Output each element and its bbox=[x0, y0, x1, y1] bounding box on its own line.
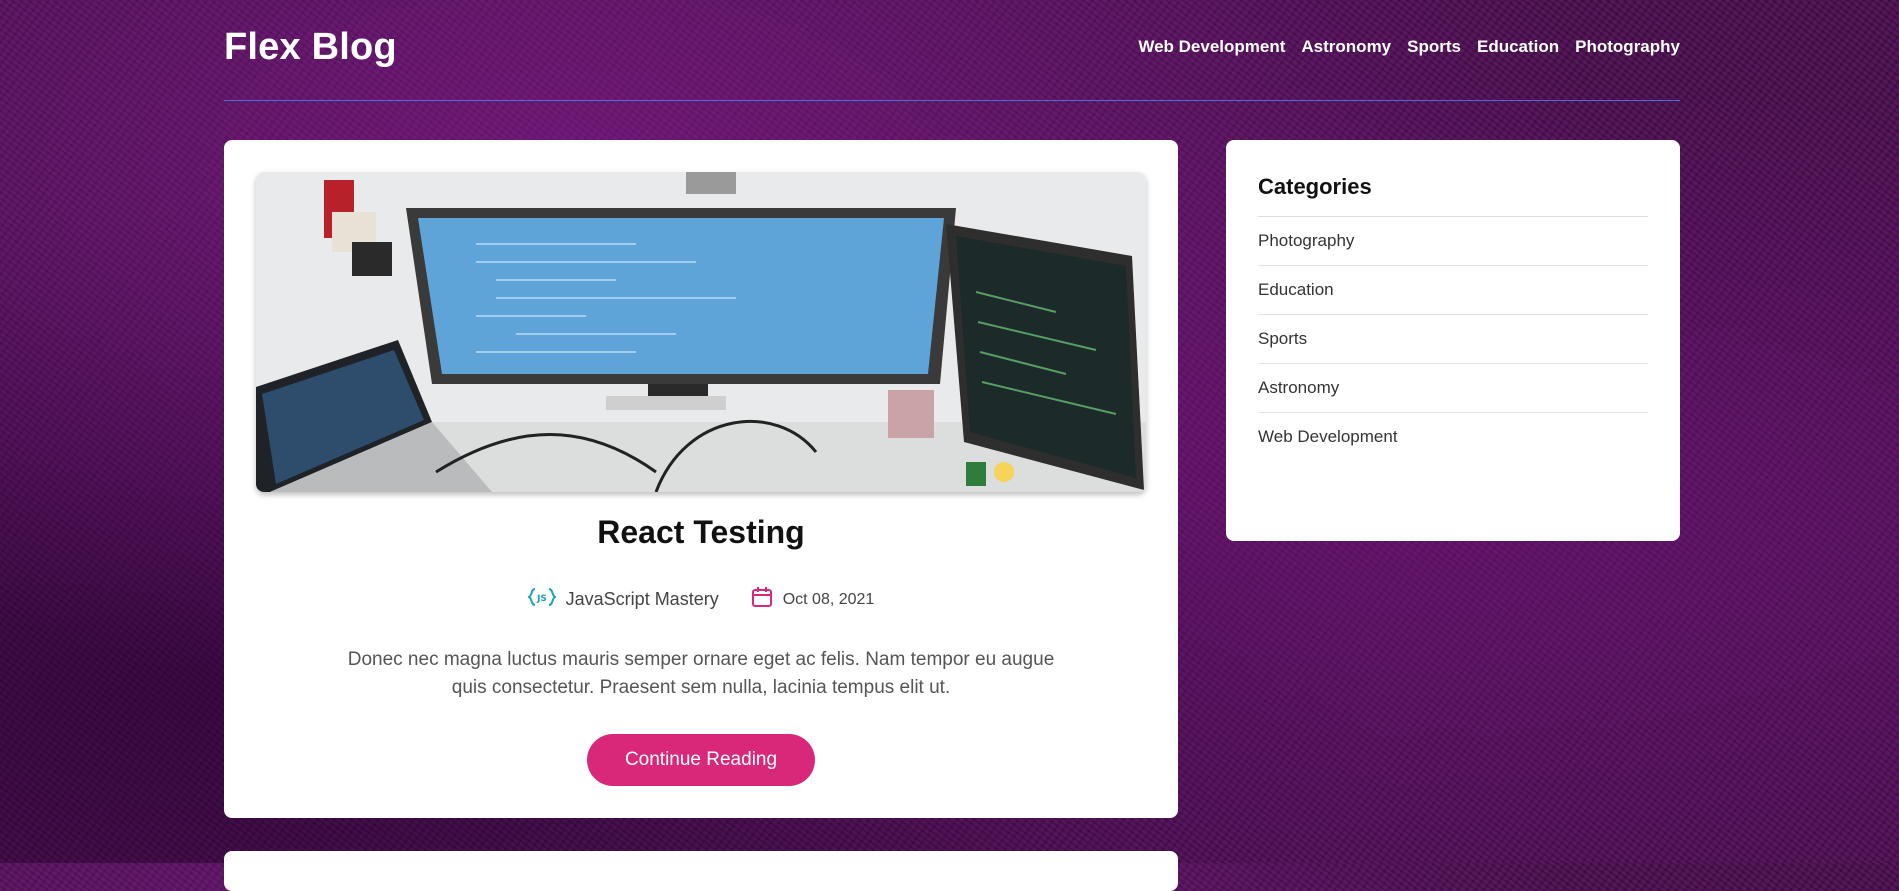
category-item-education[interactable]: Education bbox=[1258, 266, 1648, 315]
next-post-card bbox=[224, 851, 1178, 891]
author-name: JavaScript Mastery bbox=[565, 589, 719, 609]
category-item-web-development[interactable]: Web Development bbox=[1258, 413, 1648, 461]
categories-title: Categories bbox=[1258, 174, 1372, 199]
post-title[interactable]: React Testing bbox=[224, 514, 1178, 551]
post-excerpt: Donec nec magna luctus mauris semper orn… bbox=[347, 649, 1055, 698]
category-item-sports[interactable]: Sports bbox=[1258, 315, 1648, 364]
categories-list: Photography Education Sports Astronomy W… bbox=[1258, 217, 1648, 461]
main-nav: Web Development Astronomy Sports Educati… bbox=[1138, 37, 1680, 57]
continue-reading-button[interactable]: Continue Reading bbox=[587, 734, 815, 786]
post-card: React Testing JS JavaScript Mastery Oct … bbox=[224, 140, 1178, 818]
site-header: Flex Blog Web Development Astronomy Spor… bbox=[224, 0, 1680, 101]
category-item-photography[interactable]: Photography bbox=[1258, 217, 1648, 266]
nav-link-photography[interactable]: Photography bbox=[1575, 37, 1680, 57]
nav-link-sports[interactable]: Sports bbox=[1407, 37, 1461, 57]
nav-link-web-development[interactable]: Web Development bbox=[1138, 37, 1285, 57]
javascript-logo-icon: JS bbox=[525, 587, 558, 612]
category-item-astronomy[interactable]: Astronomy bbox=[1258, 364, 1648, 413]
post-featured-image[interactable] bbox=[256, 172, 1146, 492]
calendar-icon bbox=[751, 586, 773, 613]
post-date: Oct 08, 2021 bbox=[751, 586, 875, 613]
date-text: Oct 08, 2021 bbox=[782, 590, 875, 608]
nav-link-astronomy[interactable]: Astronomy bbox=[1301, 37, 1391, 57]
post-author: JS JavaScript Mastery bbox=[525, 587, 719, 612]
site-logo[interactable]: Flex Blog bbox=[224, 26, 397, 69]
post-meta: JS JavaScript Mastery Oct 08, 2021 bbox=[224, 586, 1178, 613]
categories-widget: Categories Photography Education Sports … bbox=[1226, 140, 1680, 541]
svg-text:JS: JS bbox=[536, 594, 547, 604]
nav-link-education[interactable]: Education bbox=[1477, 37, 1559, 57]
